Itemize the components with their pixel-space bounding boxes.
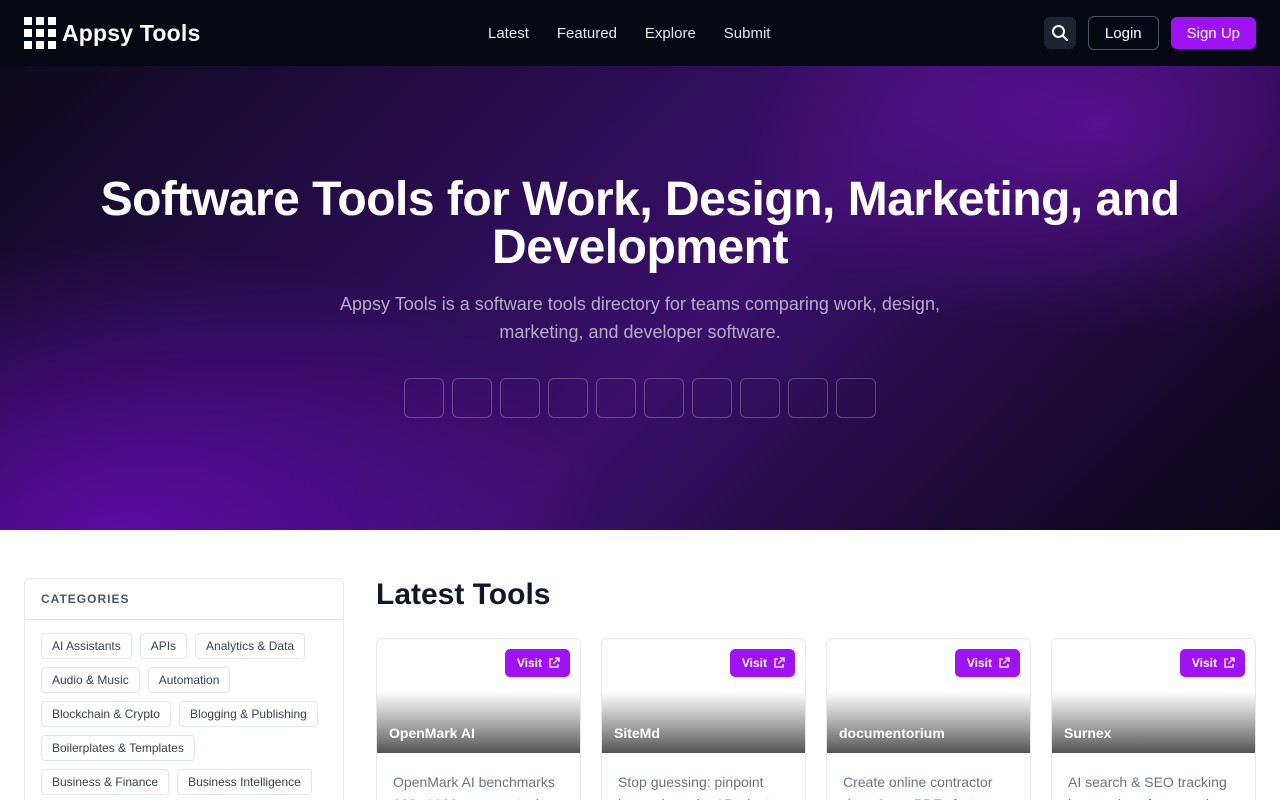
visit-button[interactable]: Visit xyxy=(954,649,1020,677)
external-link-icon xyxy=(1224,657,1235,668)
hero-section: Software Tools for Work, Design, Marketi… xyxy=(0,66,1280,530)
category-audio-music[interactable]: Audio & Music xyxy=(41,667,140,693)
visit-button[interactable]: Visit xyxy=(504,649,570,677)
categories-panel: CATEGORIES AI Assistants APIs Analytics … xyxy=(24,578,344,800)
signup-button[interactable]: Sign Up xyxy=(1170,17,1256,49)
hero-logo-placeholder xyxy=(596,378,636,418)
tool-card[interactable]: Visit SiteMd Stop guessing: pinpoint iss… xyxy=(601,638,806,800)
category-business-finance[interactable]: Business & Finance xyxy=(41,769,170,795)
category-apis[interactable]: APIs xyxy=(139,633,188,659)
tool-card[interactable]: Visit documentorium Create online contra… xyxy=(826,638,1031,800)
tool-description: OpenMark AI benchmarks 100+ LLMs on your… xyxy=(393,774,555,800)
visit-button[interactable]: Visit xyxy=(729,649,795,677)
category-blogging-publishing[interactable]: Blogging & Publishing xyxy=(179,701,318,727)
nav-featured[interactable]: Featured xyxy=(557,25,617,42)
logo[interactable]: Appsy Tools xyxy=(24,17,201,49)
visit-label: Visit xyxy=(516,656,542,670)
tool-name: Surnex xyxy=(1064,725,1112,741)
tool-description: Create online contractor docs & pro PDFs… xyxy=(843,774,993,800)
nav-submit[interactable]: Submit xyxy=(724,25,771,42)
hero-logo-placeholder xyxy=(836,378,876,418)
hero-logo-placeholder xyxy=(500,378,540,418)
search-icon xyxy=(1051,25,1068,41)
hero-logo-placeholder xyxy=(740,378,780,418)
hero-logo-placeholder xyxy=(644,378,684,418)
latest-tools-title: Latest Tools xyxy=(376,578,551,611)
visit-label: Visit xyxy=(741,656,767,670)
visit-label: Visit xyxy=(966,656,992,670)
external-link-icon xyxy=(774,657,785,668)
header-actions: Login Sign Up xyxy=(1043,16,1256,50)
hero-logo-placeholder xyxy=(548,378,588,418)
hero-subtitle: Appsy Tools is a software tools director… xyxy=(340,294,940,342)
tool-name: documentorium xyxy=(839,725,945,741)
logo-text: Appsy Tools xyxy=(62,19,201,46)
hero-logo-placeholder xyxy=(404,378,444,418)
external-link-icon xyxy=(549,657,560,668)
tool-card[interactable]: Visit OpenMark AI OpenMark AI benchmarks… xyxy=(376,638,581,800)
hero-logo-placeholder xyxy=(692,378,732,418)
hero-logo-placeholder xyxy=(452,378,492,418)
category-boilerplates-templates[interactable]: Boilerplates & Templates xyxy=(41,735,195,761)
category-blockchain-crypto[interactable]: Blockchain & Crypto xyxy=(41,701,172,727)
top-navbar: Appsy Tools Latest Featured Explore Subm… xyxy=(0,0,1280,66)
visit-label: Visit xyxy=(1191,656,1217,670)
login-button[interactable]: Login xyxy=(1087,16,1159,50)
hero-logo-placeholder xyxy=(788,378,828,418)
external-link-icon xyxy=(999,657,1010,668)
tool-card[interactable]: Visit Surnex AI search & SEO tracking in… xyxy=(1051,638,1256,800)
search-button[interactable] xyxy=(1043,17,1076,49)
hero-title: Software Tools for Work, Design, Marketi… xyxy=(100,173,1180,274)
tool-description: AI search & SEO tracking in one place fo… xyxy=(1068,774,1227,800)
tool-card-thumbnail: Visit SiteMd xyxy=(602,639,805,753)
tool-name: OpenMark AI xyxy=(389,725,475,741)
categories-title: CATEGORIES xyxy=(25,579,343,620)
tool-description: Stop guessing: pinpoint issues in under … xyxy=(618,774,785,800)
nav-explore[interactable]: Explore xyxy=(645,25,696,42)
nav-latest[interactable]: Latest xyxy=(488,25,529,42)
category-automation[interactable]: Automation xyxy=(147,667,231,693)
tool-card-thumbnail: Visit documentorium xyxy=(827,639,1030,753)
hero-logo-strip xyxy=(404,378,876,418)
visit-button[interactable]: Visit xyxy=(1179,649,1245,677)
logo-grid-icon xyxy=(24,17,56,49)
tool-card-grid: Visit OpenMark AI OpenMark AI benchmarks… xyxy=(376,638,1256,800)
main-nav: Latest Featured Explore Submit xyxy=(488,0,770,66)
category-analytics-data[interactable]: Analytics & Data xyxy=(195,633,306,659)
category-list: AI Assistants APIs Analytics & Data Audi… xyxy=(25,620,343,800)
tool-card-thumbnail: Visit Surnex xyxy=(1052,639,1255,753)
category-business-intelligence[interactable]: Business Intelligence xyxy=(177,769,312,795)
category-ai-assistants[interactable]: AI Assistants xyxy=(41,633,132,659)
tool-card-thumbnail: Visit OpenMark AI xyxy=(377,639,580,753)
tool-name: SiteMd xyxy=(614,725,660,741)
